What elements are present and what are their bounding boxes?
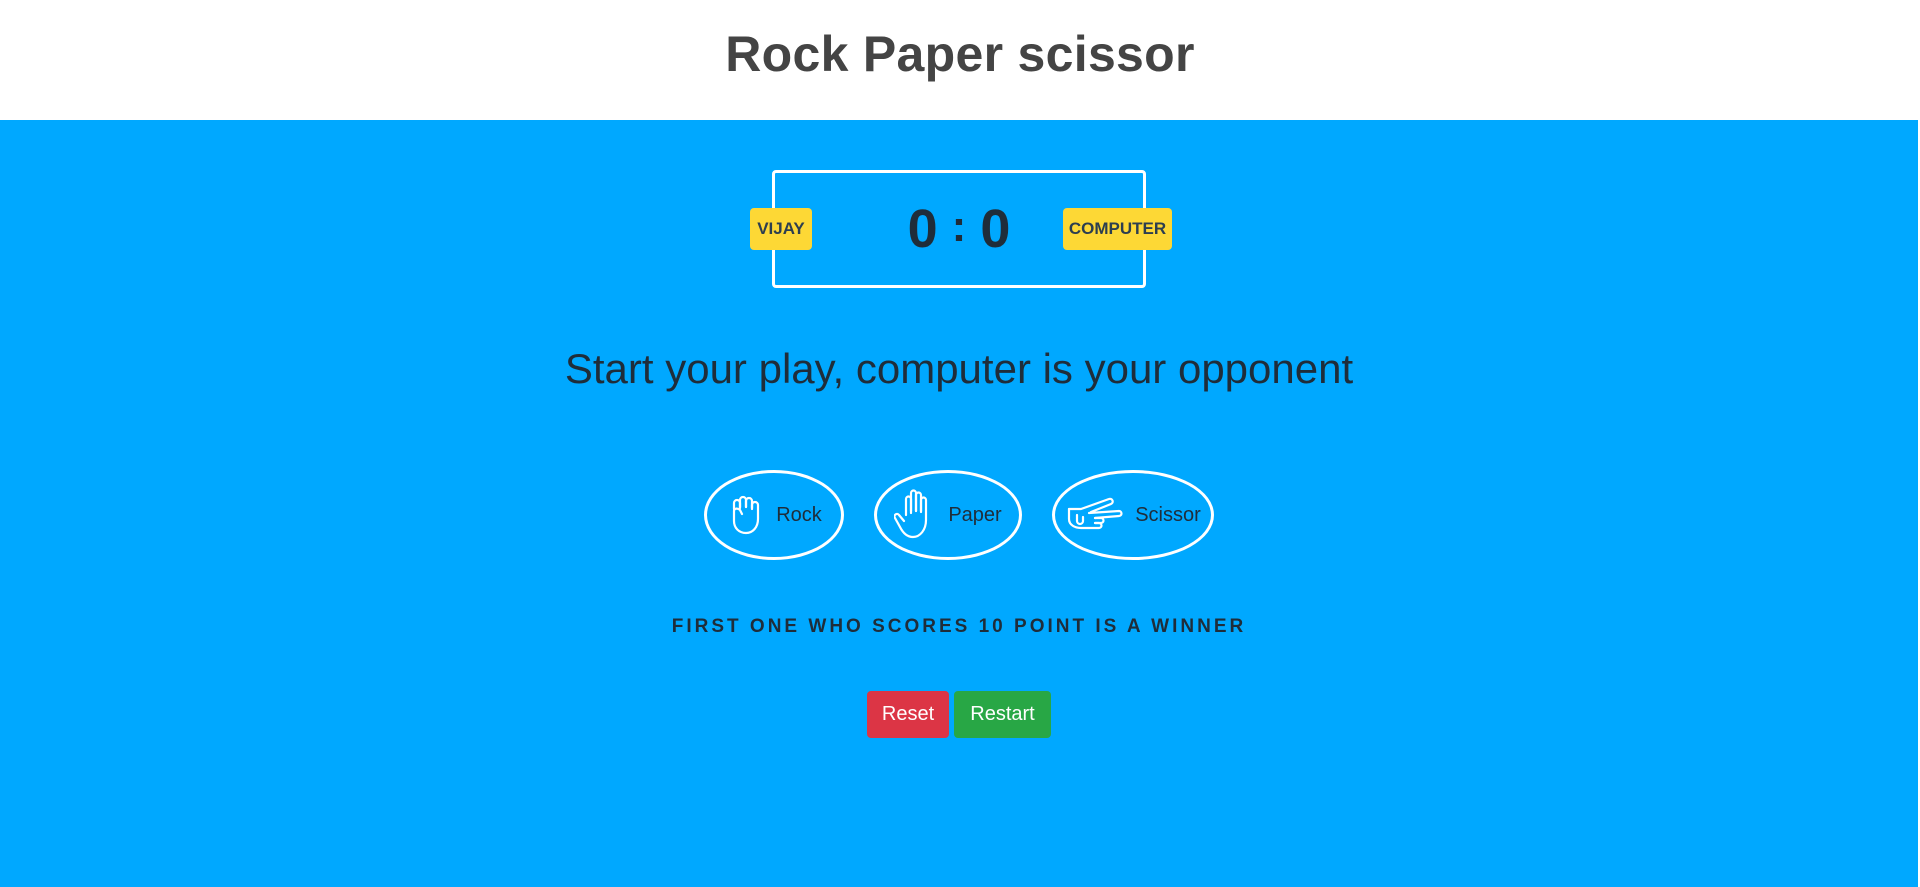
- fist-icon: [726, 493, 766, 537]
- score-separator: :: [951, 202, 967, 251]
- restart-button[interactable]: Restart: [954, 691, 1051, 738]
- user-score: 0: [907, 199, 938, 259]
- open-hand-icon: [894, 489, 938, 541]
- rock-label: Rock: [776, 503, 822, 526]
- header: Rock Paper scissor: [0, 0, 1920, 120]
- rock-choice-button[interactable]: Rock: [704, 470, 844, 560]
- page-title: Rock Paper scissor: [725, 26, 1195, 82]
- game-area: VIJAY COMPUTER 0 : 0 Start your play, co…: [0, 120, 1918, 887]
- status-message: Start your play, computer is your oppone…: [564, 345, 1354, 392]
- scissor-label: Scissor: [1135, 503, 1201, 526]
- rule-text: FIRST ONE WHO SCORES 10 POINT IS A WINNE…: [671, 616, 1247, 637]
- scissor-choice-button[interactable]: Scissor: [1052, 470, 1214, 560]
- computer-label-badge: COMPUTER: [1063, 208, 1172, 250]
- score-display: 0 : 0: [900, 194, 1018, 264]
- paper-choice-button[interactable]: Paper: [874, 470, 1022, 560]
- reset-button[interactable]: Reset: [867, 691, 949, 738]
- peace-hand-icon: [1065, 495, 1125, 535]
- paper-label: Paper: [948, 503, 1002, 526]
- computer-score: 0: [980, 199, 1011, 259]
- user-label-badge: VIJAY: [750, 208, 812, 250]
